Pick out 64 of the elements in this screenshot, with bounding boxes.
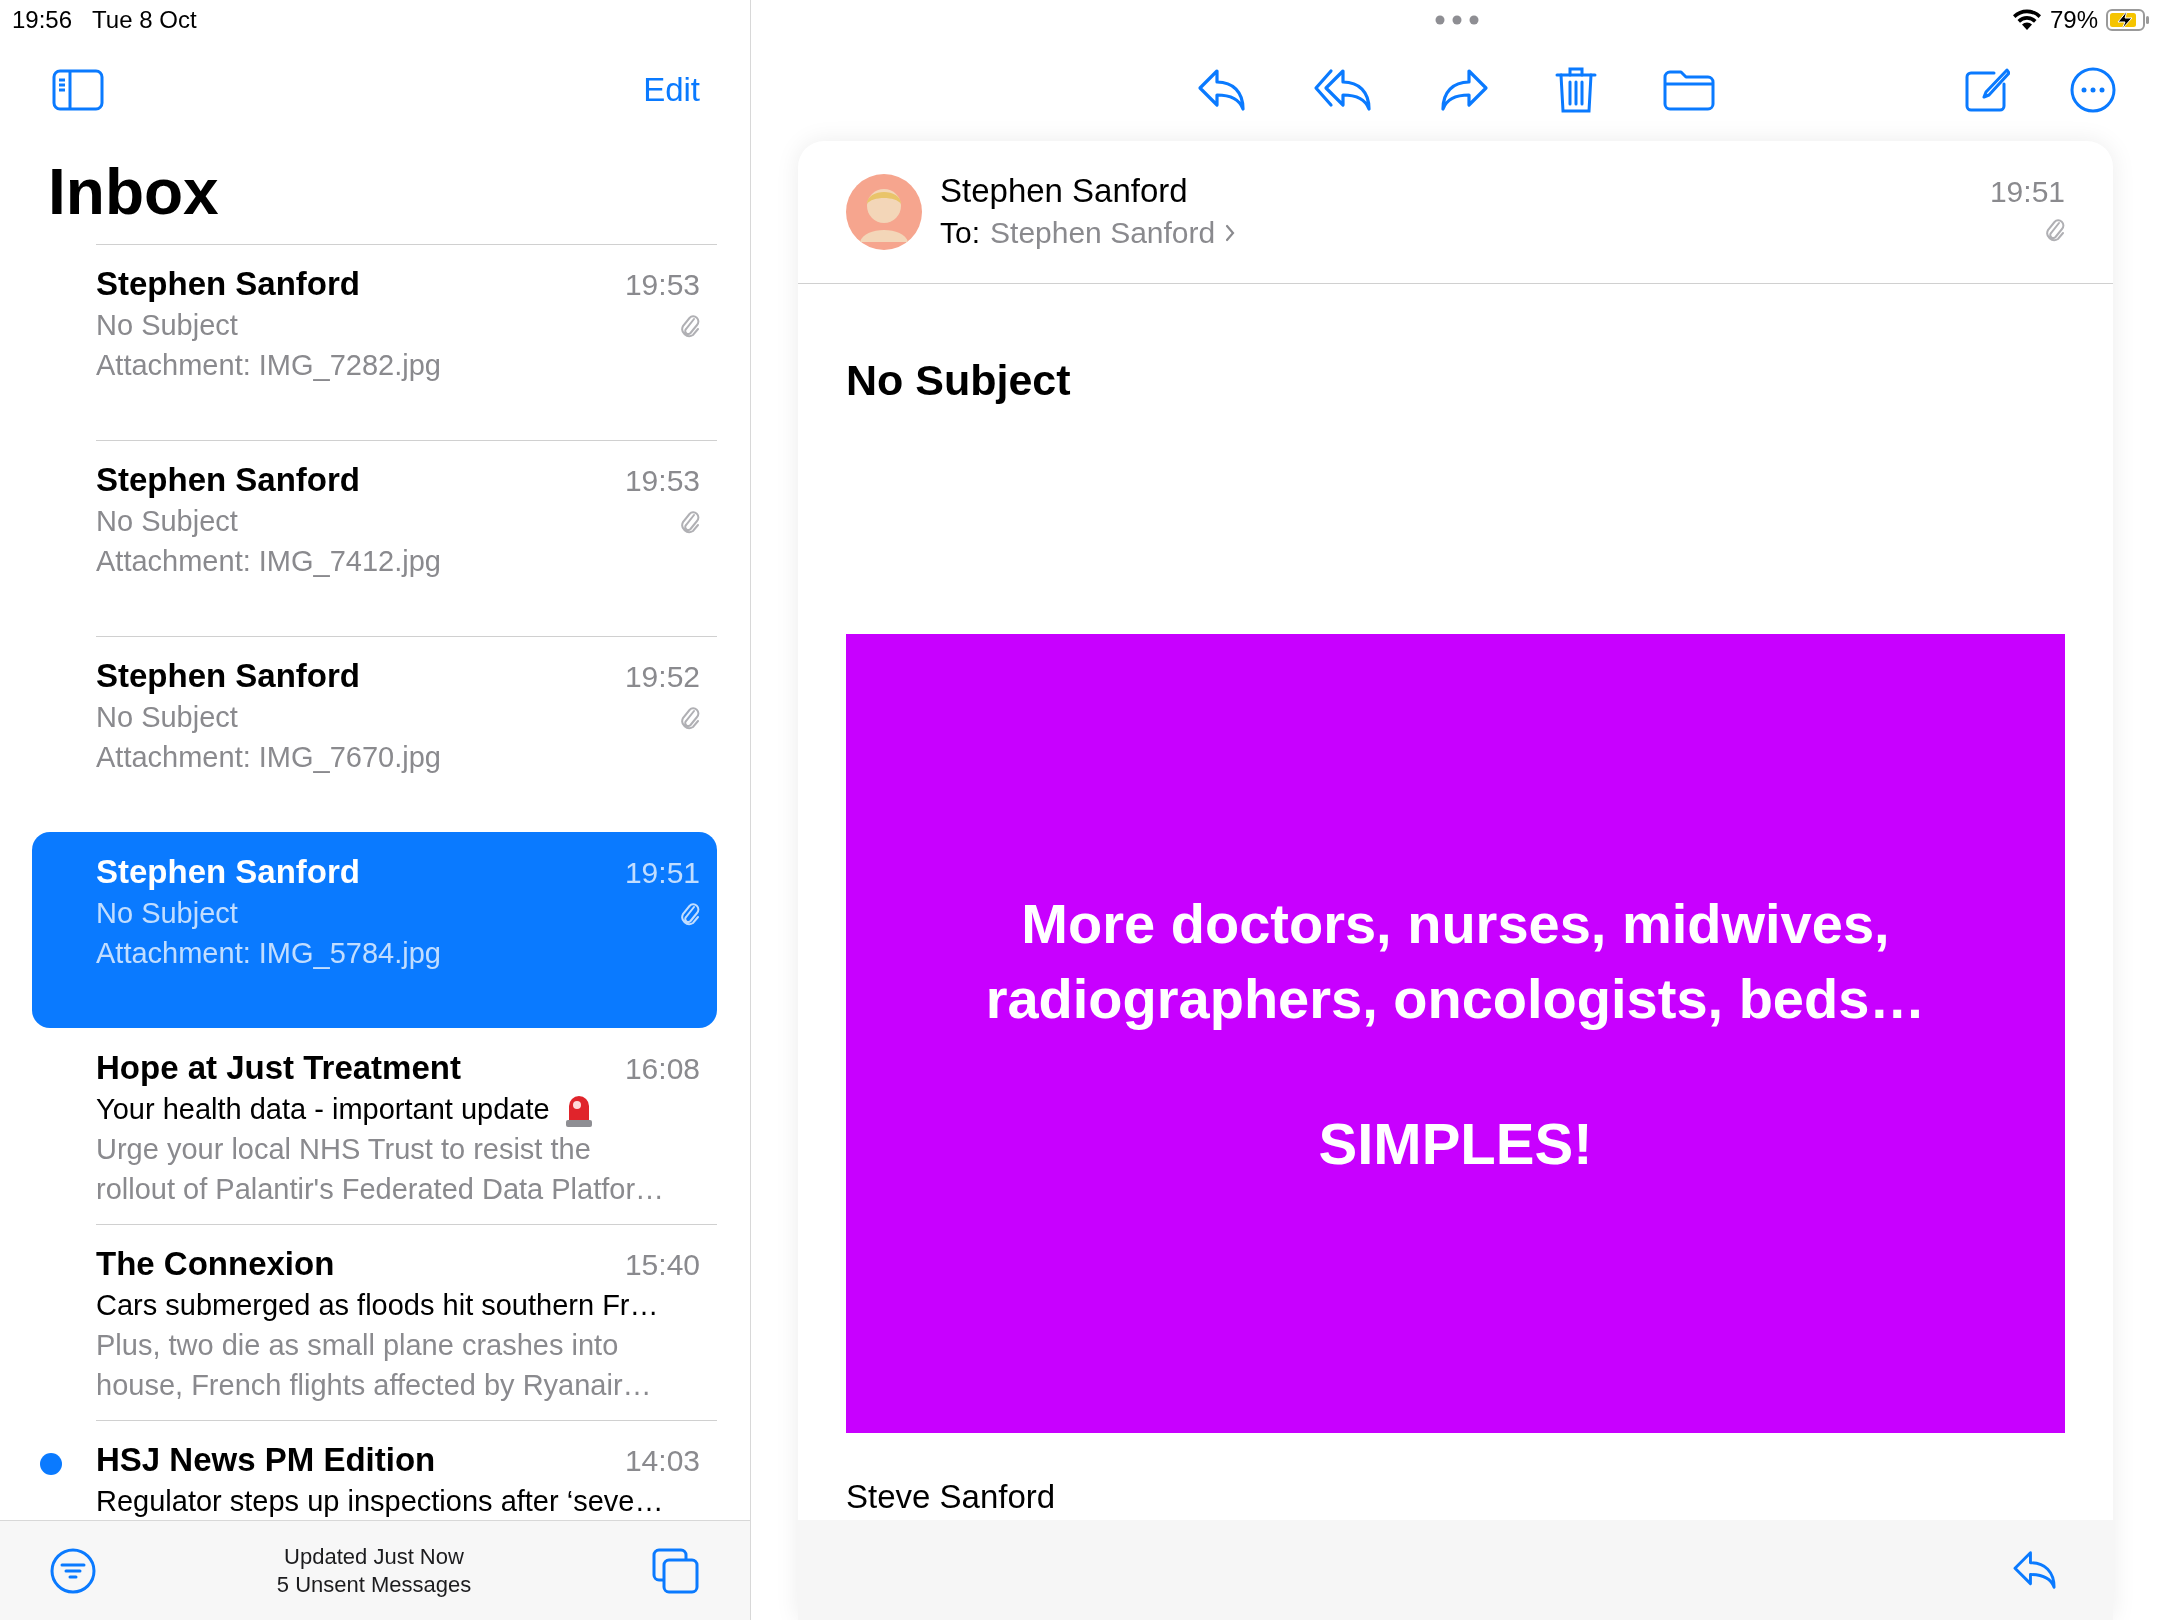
email-preview: house, French flights affected by Ryanair… [96, 1368, 652, 1404]
trash-icon[interactable] [1554, 66, 1597, 114]
email-subject: No Subject [96, 895, 238, 931]
chevron-icon [1225, 224, 1236, 242]
email-preview: Attachment: IMG_7282.jpg [96, 348, 441, 384]
selected-email-row[interactable]: Stephen Sanford 19:51 No Subject Attachment: IMG_5784.jpg [32, 832, 717, 1028]
email-sender[interactable]: Hope at Just Treatment [96, 1043, 461, 1093]
mailbox-title: Inbox [48, 160, 219, 224]
email-time: 16:08 [624, 1050, 700, 1087]
folder-icon[interactable] [1662, 69, 1715, 111]
email-sender[interactable]: Stephen Sanford [96, 455, 361, 505]
unsent-count: 5 Unsent Messages [276, 1570, 472, 1599]
email-sender[interactable]: Stephen Sanford [96, 651, 361, 701]
email-subject: No Subject [96, 307, 238, 343]
email-preview: Plus, two die as small plane crashes into [96, 1328, 619, 1364]
filter-icon[interactable] [50, 1547, 96, 1594]
email-time: 19:53 [624, 266, 700, 303]
update-status: Updated Just Now [284, 1542, 464, 1571]
battery-icon [2106, 9, 2150, 31]
email-preview: Attachment: IMG_7670.jpg [96, 740, 441, 776]
email-subject: Cars submerged as floods hit southern Fr… [96, 1287, 659, 1323]
email-time: 19:51 [624, 854, 700, 891]
email-sender[interactable]: HSJ News PM Edition [96, 1435, 436, 1485]
email-preview: rollout of Palantir's Federated Data Platfor… [96, 1172, 665, 1208]
email-sender: Stephen Sanford [96, 852, 361, 893]
email-time: 19:53 [624, 462, 700, 499]
reply-all-icon[interactable] [1312, 68, 1373, 112]
email-preview: Attachment: IMG_5784.jpg [96, 936, 441, 972]
email-subject: No Subject [96, 503, 238, 539]
compose-icon[interactable] [1964, 67, 2010, 113]
status-time: 19:56 [12, 5, 73, 35]
poster-text: More doctors, nurses, midwives, [1021, 891, 1890, 957]
wifi-icon [2011, 9, 2042, 31]
reply-icon[interactable] [1196, 68, 1247, 112]
paperclip-icon [680, 508, 700, 535]
email-preview: Urge your local NHS Trust to resist the [96, 1132, 591, 1168]
message-subject: No Subject [846, 355, 1072, 406]
forward-icon[interactable] [1438, 68, 1489, 112]
to-label: To: [940, 215, 981, 251]
windows-icon[interactable] [652, 1547, 700, 1594]
email-time: 15:40 [624, 1246, 700, 1283]
signature: Steve Sanford [846, 1477, 1057, 1517]
email-subject: No Subject [96, 699, 238, 735]
email-subject: Your health data - important update [96, 1091, 550, 1127]
more-icon[interactable] [2070, 67, 2116, 113]
paperclip-icon [680, 312, 700, 339]
status-date: Tue 8 Oct [92, 5, 197, 35]
email-sender[interactable]: Stephen Sanford [96, 259, 361, 309]
paperclip-icon [680, 704, 700, 731]
sidebar-toggle-icon[interactable] [52, 69, 104, 111]
email-sender[interactable]: The Connexion [96, 1239, 335, 1289]
paperclip-icon [680, 900, 700, 927]
edit-button[interactable]: Edit [643, 65, 700, 115]
email-preview: Attachment: IMG_7412.jpg [96, 544, 441, 580]
battery-percentage: 79% [2049, 5, 2098, 35]
message-time: 19:51 [1989, 174, 2065, 210]
poster-text: radiographers, oncologists, beds… [985, 966, 1926, 1032]
email-time: 19:52 [624, 658, 700, 695]
paperclip-icon [2045, 217, 2065, 243]
poster-headline: SIMPLES! [1318, 1110, 1593, 1178]
sender-name: Stephen Sanford [940, 171, 1189, 211]
email-subject: Regulator steps up inspections after ‘seve… [96, 1483, 664, 1519]
multitasking-icon[interactable] [1434, 15, 1479, 25]
email-time: 14:03 [624, 1442, 700, 1479]
